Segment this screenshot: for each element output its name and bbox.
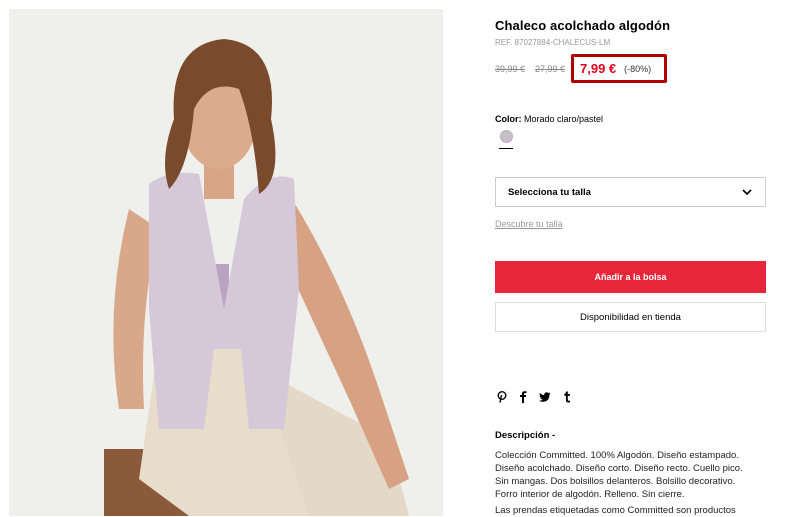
product-image[interactable] [9,9,443,516]
size-select-label: Selecciona tu talla [508,186,591,198]
size-select[interactable]: Selecciona tu talla [495,177,766,207]
product-ref: REF. 87027884-CHALECUS-LM [495,38,611,47]
size-guide-link[interactable]: Descubre tu talla [495,219,563,229]
tumblr-icon[interactable] [563,391,571,406]
discount-badge: (-80%) [624,63,652,74]
chevron-down-icon [742,189,752,196]
pinterest-icon[interactable] [497,391,507,406]
swatch-selected-indicator [499,148,513,149]
current-price-highlight: 7,99 € (-80%) [571,54,667,83]
description-line: Sin mangas. Dos bolsillos delanteros. Bo… [495,476,736,487]
description-line: Forro interior de algodón. Relleno. Sin … [495,489,685,500]
color-value: Morado claro/pastel [524,114,604,124]
description-line: Diseño acolchado. Diseño corto. Diseño r… [495,463,743,474]
color-label-row: Color: Morado claro/pastel [495,114,603,124]
description-line: Colección Committed. 100% Algodón. Diseñ… [495,450,739,461]
model-photo [9,9,443,516]
description-text: Colección Committed. 100% Algodón. Diseñ… [495,449,770,517]
original-price: 39,99 € [495,64,526,74]
color-label: Color: [495,114,522,124]
product-title: Chaleco acolchado algodón [495,18,671,33]
description-title: Descripción - [495,430,556,441]
facebook-icon[interactable] [519,391,527,406]
share-icons [497,391,571,406]
add-to-bag-button[interactable]: Añadir a la bolsa [495,261,766,293]
current-price: 7,99 € [580,61,617,76]
color-swatch[interactable] [500,130,513,143]
description-line: Las prendas etiquetadas como Committed s… [495,505,736,516]
previous-price: 27,99 € [535,64,566,74]
twitter-icon[interactable] [539,391,551,406]
store-availability-button[interactable]: Disponibilidad en tienda [495,302,766,332]
old-prices: 39,99 € 27,99 € [495,64,565,74]
